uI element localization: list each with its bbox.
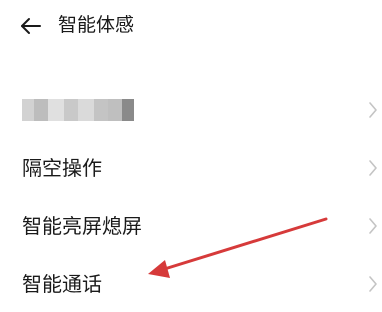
settings-item-label: 智能亮屏熄屏 (22, 214, 142, 238)
chevron-right-icon (368, 101, 378, 119)
page-title: 智能体感 (58, 14, 135, 36)
settings-item-label: 智能通话 (22, 272, 102, 296)
back-button[interactable] (18, 12, 46, 40)
chevron-right-icon (368, 159, 378, 177)
settings-item-smart-screen[interactable]: 智能亮屏熄屏 (0, 198, 382, 254)
settings-item-label: 隔空操作 (22, 156, 102, 180)
arrow-left-icon (21, 18, 41, 34)
settings-item-smart-call[interactable]: 智能通话 (0, 256, 382, 312)
settings-item-air-gesture[interactable]: 隔空操作 (0, 140, 382, 196)
header-bar: 智能体感 (0, 0, 382, 52)
settings-item-redacted[interactable] (0, 82, 382, 138)
chevron-right-icon (368, 275, 378, 293)
redacted-label (22, 99, 142, 121)
chevron-right-icon (368, 217, 378, 235)
